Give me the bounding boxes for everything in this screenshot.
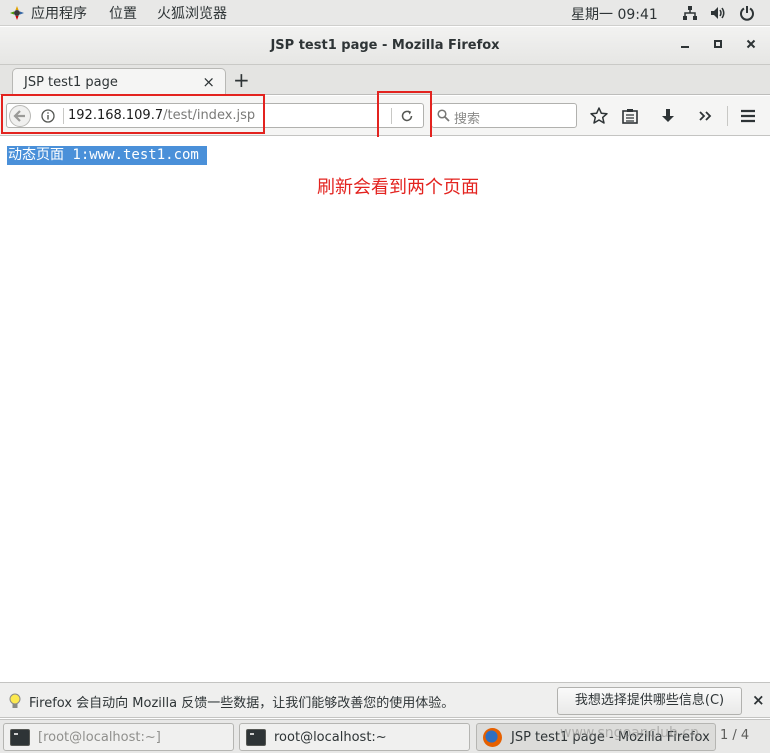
- tab-jsp-test1[interactable]: JSP test1 page ×: [12, 68, 226, 96]
- navigation-toolbar: 192.168.109.7/test/index.jsp 搜索: [0, 96, 770, 136]
- applications-icon[interactable]: [9, 5, 25, 21]
- task-label: [root@localhost:~]: [38, 730, 161, 745]
- reload-divider: [391, 108, 392, 124]
- terminal-icon: [246, 729, 266, 746]
- volume-icon[interactable]: [710, 5, 726, 21]
- terminal-icon: [10, 729, 30, 746]
- minimize-button[interactable]: [675, 36, 695, 56]
- maximize-icon: [714, 40, 722, 48]
- new-tab-button[interactable]: +: [233, 69, 250, 91]
- lightbulb-icon: [8, 692, 22, 710]
- url-path: /test/index.jsp: [163, 108, 256, 123]
- url-divider: [63, 108, 64, 124]
- clock[interactable]: 星期一 09:41: [571, 4, 658, 24]
- overflow-chevron-icon[interactable]: [696, 106, 716, 126]
- reload-icon[interactable]: [400, 109, 414, 123]
- toolbar-separator: [727, 106, 728, 126]
- tab-label: JSP test1 page: [24, 75, 118, 90]
- back-button[interactable]: [9, 105, 31, 127]
- top-panel: 应用程序 位置 火狐浏览器 星期一 09:41: [0, 0, 770, 26]
- search-icon: [437, 109, 450, 122]
- hamburger-menu-icon[interactable]: [738, 106, 758, 126]
- firefox-icon: [483, 728, 502, 747]
- annotation-text: 刷新会看到两个页面: [317, 177, 479, 198]
- task-terminal-1[interactable]: [root@localhost:~]: [3, 723, 234, 751]
- notification-bar: Firefox 会自动向 Mozilla 反馈一些数据，让我们能够改善您的使用体…: [0, 682, 770, 718]
- page-content: 动态页面 1:www.test1.com 刷新会看到两个页面: [0, 137, 770, 682]
- url-host: 192.168.109.7: [68, 108, 164, 123]
- choose-data-button[interactable]: 我想选择提供哪些信息(C): [557, 687, 742, 715]
- url-bar[interactable]: 192.168.109.7/test/index.jsp: [6, 103, 424, 128]
- bookmark-star-icon[interactable]: [589, 106, 609, 126]
- tab-close-button[interactable]: ×: [202, 73, 215, 91]
- window-title: JSP test1 page - Mozilla Firefox: [270, 38, 500, 53]
- window-titlebar: JSP test1 page - Mozilla Firefox: [0, 27, 770, 65]
- task-terminal-2[interactable]: root@localhost:~: [239, 723, 470, 751]
- notification-close-button[interactable]: ×: [752, 691, 765, 709]
- search-placeholder: 搜索: [454, 112, 481, 127]
- minimize-icon: [681, 46, 689, 48]
- network-icon[interactable]: [682, 5, 698, 21]
- firefox-app-menu[interactable]: 火狐浏览器: [157, 3, 227, 23]
- site-info-icon[interactable]: [41, 109, 55, 123]
- workspace-pager[interactable]: 1 / 4: [720, 728, 749, 743]
- task-label: root@localhost:~: [274, 730, 387, 745]
- notification-message: Firefox 会自动向 Mozilla 反馈一些数据，让我们能够改善您的使用体…: [29, 696, 455, 711]
- close-icon: [746, 39, 756, 49]
- maximize-button[interactable]: [708, 36, 728, 56]
- reading-list-icon[interactable]: [620, 106, 640, 126]
- back-arrow-icon: [13, 110, 25, 122]
- search-bar[interactable]: 搜索: [431, 103, 577, 128]
- url-text[interactable]: 192.168.109.7/test/index.jsp: [68, 108, 255, 123]
- power-icon[interactable]: [739, 5, 755, 21]
- watermark-text: www.sngoanclub.cn: [560, 725, 699, 741]
- selected-page-text: 动态页面 1:www.test1.com: [7, 146, 207, 165]
- tab-strip: JSP test1 page × +: [0, 65, 770, 96]
- close-window-button[interactable]: [741, 36, 761, 56]
- places-menu[interactable]: 位置: [109, 3, 137, 23]
- applications-menu[interactable]: 应用程序: [31, 3, 87, 23]
- downloads-icon[interactable]: [658, 106, 678, 126]
- taskbar: [root@localhost:~] root@localhost:~ JSP …: [0, 719, 770, 753]
